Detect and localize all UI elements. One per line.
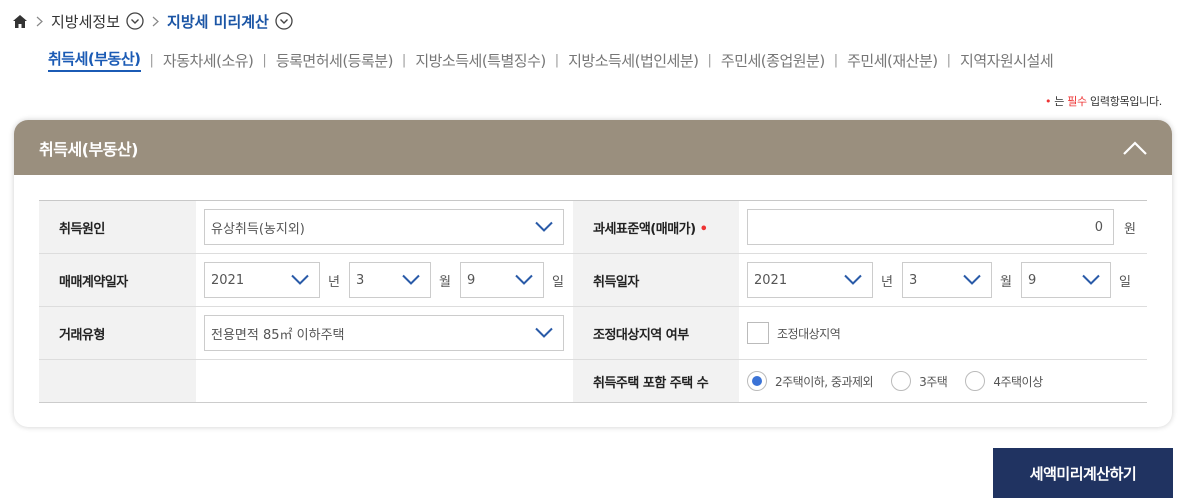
cause-select[interactable]: 유상취득(농지외) [204,209,564,245]
table-row: 취득주택 포함 주택 수 2주택이하, 중과제외 3주택 4주택이상 [39,359,1147,403]
unit-month: 월 [438,274,451,290]
house-radio-3[interactable] [891,371,912,391]
contract-day-value: 9 [466,272,476,288]
panel-title: 취득세(부동산) [39,139,138,159]
house-radio-label-2-or-less[interactable]: 2주택이하, 중과제외 [775,373,874,390]
contract-month-value: 3 [355,272,365,288]
calculate-tax-button[interactable]: 세액미리계산하기 [993,448,1173,498]
chevron-right-icon [152,16,159,27]
chevron-down-icon [535,327,553,338]
home-icon[interactable] [12,13,28,29]
unit-year: 년 [881,274,893,290]
unit-day: 일 [1118,274,1131,290]
tax-base-cell: 0 원 [739,200,1147,254]
tax-form-table: 취득원인 유상취득(농지외) 과세표준액(매매가) • 0 원 매매계약일자 2… [39,200,1147,403]
tab-resident-tax-employee[interactable]: 주민세(종업원분) [721,50,825,71]
house-radio-4-plus[interactable] [965,371,986,391]
trade-type-select[interactable]: 전용면적 85㎡ 이하주택 [204,315,564,351]
chevron-down-icon [291,274,309,285]
adjust-region-checkbox[interactable] [747,322,769,344]
house-radio-2-or-less[interactable] [747,371,767,391]
required-note-suffix: 입력항목입니다. [1086,95,1162,108]
trade-type-value: 전용면적 85㎡ 이하주택 [211,327,345,343]
empty-value-cell [196,359,573,403]
chevron-down-icon [963,274,981,285]
empty-label-cell [39,359,196,403]
tab-income-tax-withholding[interactable]: 지방소득세(특별징수) [415,50,546,71]
unit-month: 월 [999,274,1012,290]
contract-date-label: 매매계약일자 [39,253,196,307]
chevron-down-icon [402,274,420,285]
tab-divider: | [262,52,267,68]
circle-chevron-down-icon[interactable] [126,12,144,30]
tax-base-unit: 원 [1124,221,1136,237]
cause-cell: 유상취득(농지외) [196,200,573,254]
required-note: • 는 필수 입력항목입니다. [1045,93,1162,109]
acq-month-value: 3 [908,272,918,288]
chevron-down-icon [535,221,553,232]
table-row: 취득원인 유상취득(농지외) 과세표준액(매매가) • 0 원 [39,200,1147,254]
contract-year-select[interactable]: 2021 [204,262,320,298]
breadcrumb-item-current[interactable]: 지방세 미리계산 [167,11,269,32]
trade-type-cell: 전용면적 85㎡ 이하주택 [196,306,573,360]
acq-day-select[interactable]: 9 [1020,262,1111,298]
acq-day-value: 9 [1027,272,1037,288]
acquisition-tax-panel: 취득세(부동산) 취득원인 유상취득(농지외) 과세표준액(매매가)• 0 원 [14,120,1172,427]
tab-divider: | [149,52,154,68]
adjust-region-cell: 조정대상지역 [739,306,1147,360]
required-dot: • [1044,95,1052,108]
tab-resident-tax-property[interactable]: 주민세(재산분) [847,50,938,71]
house-count-label: 취득주택 포함 주택 수 [573,359,739,403]
tab-divider: | [946,52,952,68]
tab-acquisition-tax[interactable]: 취득세(부동산) [48,48,141,72]
contract-day-select[interactable]: 9 [459,262,544,298]
tab-registration-tax[interactable]: 등록면허세(등록분) [276,50,394,71]
tab-income-tax-corporate[interactable]: 지방소득세(법인세분) [568,50,699,71]
contract-date-cell: 2021 년 3 월 9 일 [196,253,573,307]
collapse-chevron-up-icon[interactable] [1122,140,1148,156]
unit-year: 년 [328,274,340,290]
circle-chevron-down-icon[interactable] [275,12,293,30]
table-row: 매매계약일자 2021 년 3 월 9 일 취득일자 2021 년 3 월 9 … [39,253,1147,307]
cause-label: 취득원인 [39,200,196,254]
chevron-right-icon [36,16,43,27]
contract-month-select[interactable]: 3 [348,262,431,298]
cause-select-value: 유상취득(농지외) [211,221,305,237]
acq-year-value: 2021 [754,272,788,288]
tax-base-label: 과세표준액(매매가) • [573,200,739,254]
acq-date-cell: 2021 년 3 월 9 일 [739,253,1147,307]
trade-type-label: 거래유형 [39,306,196,360]
chevron-down-icon [1082,274,1100,285]
contract-year-value: 2021 [211,272,245,288]
tab-regional-resource-tax[interactable]: 지역자원시설세 [960,50,1054,71]
radio-selected-dot [752,376,762,386]
tab-divider: | [401,52,407,68]
acq-month-select[interactable]: 3 [901,262,992,298]
breadcrumb-item-local-tax-info[interactable]: 지방세정보 [51,11,120,32]
adjust-region-label: 조정대상지역 여부 [573,306,739,360]
tab-divider: | [554,52,560,68]
required-star: • [699,221,708,237]
house-radio-label-3[interactable]: 3주택 [919,373,948,390]
required-note-prefix: 는 [1054,95,1068,108]
required-word: 필수 [1067,95,1087,108]
tax-base-input[interactable]: 0 [747,209,1114,245]
chevron-down-icon [844,274,862,285]
unit-day: 일 [551,274,564,290]
acq-year-select[interactable]: 2021 [747,262,873,298]
house-count-cell: 2주택이하, 중과제외 3주택 4주택이상 [739,359,1147,403]
chevron-down-icon [515,274,533,285]
adjust-region-checkbox-label[interactable]: 조정대상지역 [777,325,841,342]
house-radio-label-4-plus[interactable]: 4주택이상 [993,373,1043,390]
acq-date-label: 취득일자 [573,253,739,307]
tab-divider: | [707,52,712,68]
tax-tabs: 취득세(부동산) | 자동차세(소유) | 등록면허세(등록분) | 지방소득세… [48,48,1054,72]
tax-base-label-text: 과세표준액(매매가) [593,221,696,237]
tab-vehicle-tax[interactable]: 자동차세(소유) [163,50,254,71]
table-row: 거래유형 전용면적 85㎡ 이하주택 조정대상지역 여부 조정대상지역 [39,306,1147,360]
tab-divider: | [833,52,839,68]
breadcrumb: 지방세정보 지방세 미리계산 [12,9,293,33]
panel-header: 취득세(부동산) [14,120,1172,175]
